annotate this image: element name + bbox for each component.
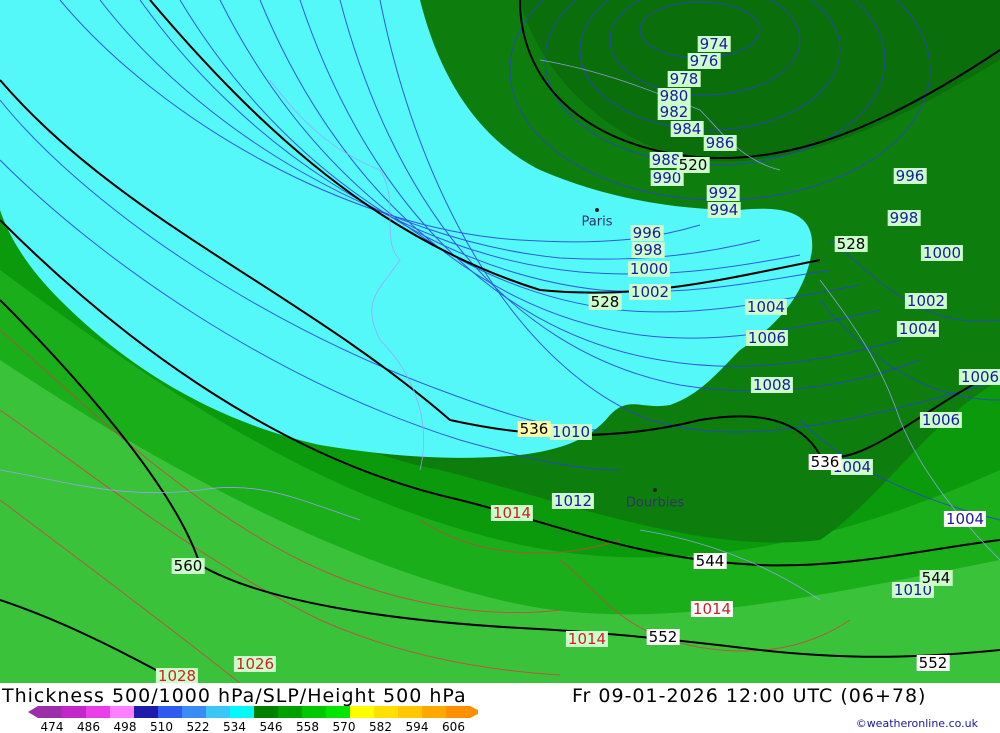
legend-swatch (278, 706, 302, 718)
thickness-label: 528 (588, 293, 622, 311)
slp-label-high: 1014 (690, 600, 734, 618)
legend-arrow-left (28, 706, 38, 718)
slp-label: 992 (706, 184, 740, 202)
slp-label: 998 (631, 241, 665, 259)
color-scale (28, 706, 478, 718)
slp-label: 994 (707, 201, 741, 219)
thickness-label: 544 (693, 552, 727, 570)
thickness-label: 552 (646, 628, 680, 646)
slp-label: 1000 (627, 260, 671, 278)
legend-tick-label: 522 (186, 720, 210, 733)
city-label-paris: Paris (581, 214, 613, 230)
legend-swatch (422, 706, 446, 718)
thickness-label: 544 (919, 569, 953, 587)
map-title: Thickness 500/1000 hPa/SLP/Height 500 hP… (2, 685, 467, 707)
slp-label: 1006 (958, 368, 1000, 386)
paris-dot (595, 208, 599, 212)
slp-label: 978 (667, 70, 701, 88)
thickness-label: 528 (834, 235, 868, 253)
slp-label-high: 1026 (233, 655, 277, 673)
legend-tick-label: 474 (40, 720, 64, 733)
legend-tick-label: 606 (442, 720, 465, 733)
legend-swatch (182, 706, 206, 718)
slp-label: 996 (630, 224, 664, 242)
legend-swatch (254, 706, 278, 718)
legend-swatch (326, 706, 350, 718)
credit-link[interactable]: ©weatheronline.co.uk (856, 717, 978, 730)
thickness-label: 520 (676, 156, 710, 174)
legend-swatch (62, 706, 86, 718)
slp-label: 1006 (919, 411, 963, 429)
legend-tick-label: 558 (296, 720, 319, 733)
slp-label-high: 1014 (565, 630, 609, 648)
legend-tick-label: 486 (77, 720, 100, 733)
thickness-label: 560 (171, 557, 205, 575)
slp-label: 996 (893, 167, 927, 185)
slp-label: 974 (697, 35, 731, 53)
valid-time: Fr 09-01-2026 12:00 UTC (06+78) (572, 685, 927, 707)
slp-label: 1012 (551, 492, 595, 510)
legend-swatch (230, 706, 254, 718)
slp-label-high: 1028 (155, 667, 199, 685)
slp-label-high: 1014 (490, 504, 534, 522)
thickness-label: 536 (808, 453, 842, 471)
slp-label: 984 (670, 120, 704, 138)
legend-swatch (398, 706, 422, 718)
map-footer: Thickness 500/1000 hPa/SLP/Height 500 hP… (0, 683, 1000, 733)
legend-tick-label: 594 (405, 720, 429, 733)
legend-swatch (86, 706, 110, 718)
slp-label: 980 (657, 87, 691, 105)
thickness-map (0, 0, 1000, 683)
legend-swatch (158, 706, 182, 718)
slp-label: 1006 (745, 329, 789, 347)
legend-tick-label: 498 (113, 720, 137, 733)
legend-tick-label: 546 (259, 720, 283, 733)
legend-swatch (374, 706, 398, 718)
thickness-label: 552 (916, 654, 950, 672)
slp-label: 1004 (943, 510, 987, 528)
slp-label: 1010 (549, 423, 593, 441)
slp-label: 1002 (904, 292, 948, 310)
slp-label: 1004 (744, 298, 788, 316)
slp-label: 976 (687, 52, 721, 70)
city-label-dourbies: Dourbies (625, 495, 685, 511)
slp-label: 1002 (628, 283, 672, 301)
legend-swatch (446, 706, 470, 718)
slp-label: 1008 (750, 376, 794, 394)
legend-swatch (350, 706, 374, 718)
slp-label: 1000 (920, 244, 964, 262)
legend-swatch (110, 706, 134, 718)
legend-swatch (302, 706, 326, 718)
legend-swatch (134, 706, 158, 718)
legend-swatch (206, 706, 230, 718)
slp-label: 982 (657, 103, 691, 121)
thickness-label: 536 (517, 420, 551, 438)
legend-swatch (38, 706, 62, 718)
legend-tick-label: 510 (150, 720, 173, 733)
slp-label: 998 (887, 209, 921, 227)
legend-arrow-right (470, 706, 478, 718)
slp-label: 1004 (896, 320, 940, 338)
legend-tick-label: 570 (332, 720, 356, 733)
slp-label: 986 (703, 134, 737, 152)
legend-tick-label: 534 (223, 720, 246, 733)
legend-tick-label: 582 (369, 720, 392, 733)
weather-map-root: { "header": { "title": "Thickness 500/10… (0, 0, 1000, 733)
dourbies-dot (653, 488, 657, 492)
